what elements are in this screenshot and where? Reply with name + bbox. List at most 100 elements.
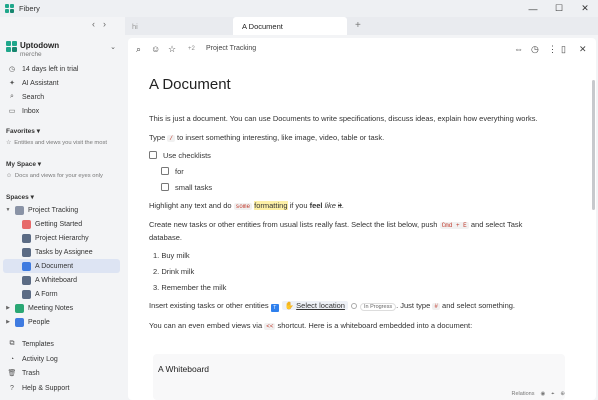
zoom-icon[interactable]: ⊕ (560, 391, 565, 398)
relations-toggle-label[interactable]: Relations (512, 391, 535, 398)
board-view-icon (22, 247, 31, 257)
paragraph-embed[interactable]: You can an even embed views via << short… (149, 321, 472, 330)
tab-bar: hi A Document + (125, 17, 598, 35)
sidebar-item-label: Templates (22, 340, 54, 348)
paragraph-insert[interactable]: Insert existing tasks or other entities … (149, 301, 515, 312)
scrollbar[interactable] (592, 80, 595, 210)
activity-icon: ◔ (9, 355, 15, 363)
back-arrow-icon[interactable]: ‹ (92, 19, 95, 29)
spaces-section-header[interactable]: Spaces ▾ (6, 193, 34, 201)
more-icon[interactable]: ⋮ (548, 44, 557, 55)
sidebar-item-meeting-notes[interactable]: ▶ Meeting Notes (0, 301, 122, 315)
sidebar-item-label: Getting Started (35, 220, 83, 228)
numbered-list-item[interactable]: 2. Drink milk (153, 267, 194, 276)
sidebar-item-label: Search (22, 93, 45, 101)
caret-right-icon[interactable]: ▶ (4, 319, 12, 325)
sidebar-item-label: 14 days left in trial (22, 65, 79, 73)
close-icon[interactable]: ✕ (579, 44, 587, 55)
space-icon (15, 303, 24, 313)
sidebar-item-help[interactable]: ? Help & Support (0, 381, 122, 395)
sidebar-item-getting-started[interactable]: Getting Started (0, 217, 122, 231)
sidebar-item-trial[interactable]: ◷ 14 days left in trial (0, 62, 122, 76)
split-view-icon[interactable]: ▯ (561, 44, 566, 55)
favorites-description: ☆ Entities and views you visit the most (6, 140, 107, 146)
sidebar-item-search[interactable]: ⌕ Search (0, 90, 122, 104)
paragraph-intro[interactable]: This is just a document. You can use Doc… (149, 114, 538, 123)
sidebar-item-ai-assistant[interactable]: ✦ AI Assistant (0, 76, 122, 90)
paragraph-create[interactable]: Create new tasks or other entities from … (149, 220, 522, 229)
sidebar-item-a-document[interactable]: A Document (3, 259, 120, 273)
myspace-description: ☺ Docs and views for your eyes only (6, 173, 103, 179)
expand-icon[interactable]: ⇔ (514, 44, 523, 54)
rocket-icon (22, 219, 31, 229)
toggle-icon[interactable]: ◉ (540, 391, 545, 398)
sidebar-item-label: Project Tracking (28, 206, 79, 214)
user-icon: ☺ (6, 173, 12, 179)
minimize-button[interactable]: — (520, 0, 546, 17)
templates-icon: ⧉ (9, 340, 15, 347)
sidebar-item-tasks-by-assignee[interactable]: Tasks by Assignee (0, 245, 122, 259)
document-panel: ⌕ ☺ ☆ +2 Project Tracking ⇔ ◷ ⋮ ▯ ✕ A Do… (128, 38, 596, 400)
hand-icon: ✋ (284, 301, 295, 310)
embedded-whiteboard[interactable]: A Whiteboard Relations ◉ ⌖ ⊕ (153, 354, 565, 400)
caret-right-icon[interactable]: ▶ (4, 305, 12, 311)
chevron-down-icon[interactable]: ⌄ (110, 43, 116, 51)
document-toolbar: ⌕ ☺ ☆ +2 Project Tracking ⇔ ◷ ⋮ ▯ ✕ (128, 38, 596, 62)
sidebar-item-label: People (28, 318, 50, 326)
sparkle-icon: ✦ (9, 80, 15, 87)
sidebar-item-trash[interactable]: 🗑 Trash (0, 366, 122, 380)
paragraph-highlight[interactable]: Highlight any text and do some formattin… (149, 201, 344, 210)
tab-hi[interactable]: hi (128, 17, 230, 35)
checklist-item[interactable]: small tasks (161, 183, 212, 192)
checklist-item[interactable]: for (161, 167, 184, 176)
new-tab-button[interactable]: + (355, 20, 361, 31)
sidebar-item-activity-log[interactable]: ◔ Activity Log (0, 352, 122, 366)
close-window-button[interactable]: ✕ (572, 0, 598, 17)
workspace-user: merche (20, 51, 42, 58)
inbox-icon: ▭ (8, 108, 16, 115)
sidebar-item-label: Help & Support (22, 384, 70, 392)
sidebar-item-templates[interactable]: ⧉ Templates (0, 337, 122, 351)
page-title[interactable]: A Document (149, 76, 231, 93)
sidebar-item-inbox[interactable]: ▭ Inbox (0, 104, 122, 118)
emoji-icon[interactable]: ☺ (151, 44, 160, 54)
favorites-section-header[interactable]: Favorites ▾ (6, 127, 40, 135)
checkbox[interactable] (161, 183, 169, 191)
checkbox[interactable] (161, 167, 169, 175)
caret-down-icon[interactable]: ▼ (4, 207, 12, 213)
star-icon[interactable]: ☆ (168, 44, 176, 55)
workspace-logo-icon (6, 41, 17, 52)
history-icon[interactable]: ◷ (531, 44, 539, 55)
fibery-logo-icon (5, 3, 15, 14)
entity-mention[interactable]: ✋ Select location (281, 301, 348, 310)
sidebar-item-label: Activity Log (22, 355, 58, 363)
checkbox[interactable] (149, 151, 157, 159)
paragraph-type[interactable]: Type / to insert something interesting, … (149, 133, 384, 142)
paragraph-create-cont[interactable]: database. (149, 233, 182, 242)
status-badge: In Progress (359, 303, 397, 311)
cursor-icon[interactable]: ⌖ (551, 391, 554, 398)
sidebar-item-project-hierarchy[interactable]: Project Hierarchy (0, 231, 122, 245)
numbered-list-item[interactable]: 3. Remember the milk (153, 283, 226, 292)
maximize-button[interactable]: ☐ (546, 0, 572, 17)
breadcrumb[interactable]: Project Tracking (206, 45, 256, 52)
sidebar-item-a-whiteboard[interactable]: A Whiteboard (0, 273, 122, 287)
myspace-section-header[interactable]: My Space ▾ (6, 160, 41, 168)
window-titlebar: Fibery — ☐ ✕ (0, 0, 598, 17)
app-title: Fibery (19, 4, 40, 13)
sidebar-item-label: AI Assistant (22, 79, 59, 87)
forward-arrow-icon[interactable]: › (103, 19, 106, 29)
embed-toolbar: Relations ◉ ⌖ ⊕ (512, 391, 565, 398)
search-icon[interactable]: ⌕ (136, 44, 141, 55)
sidebar-item-people[interactable]: ▶ People (0, 315, 122, 329)
collaborators-count[interactable]: +2 (188, 46, 195, 52)
tab-a-document[interactable]: A Document (233, 17, 347, 35)
sidebar-item-a-form[interactable]: A Form (0, 287, 122, 301)
checklist-item[interactable]: Use checklists (149, 151, 211, 160)
help-icon: ? (10, 384, 14, 392)
sidebar-item-label: Project Hierarchy (35, 234, 89, 242)
form-icon (22, 289, 31, 299)
numbered-list-item[interactable]: 1. Buy milk (153, 251, 190, 260)
workspace-name: Uptodown (20, 41, 60, 50)
sidebar-item-project-tracking[interactable]: ▼ Project Tracking (0, 203, 122, 217)
